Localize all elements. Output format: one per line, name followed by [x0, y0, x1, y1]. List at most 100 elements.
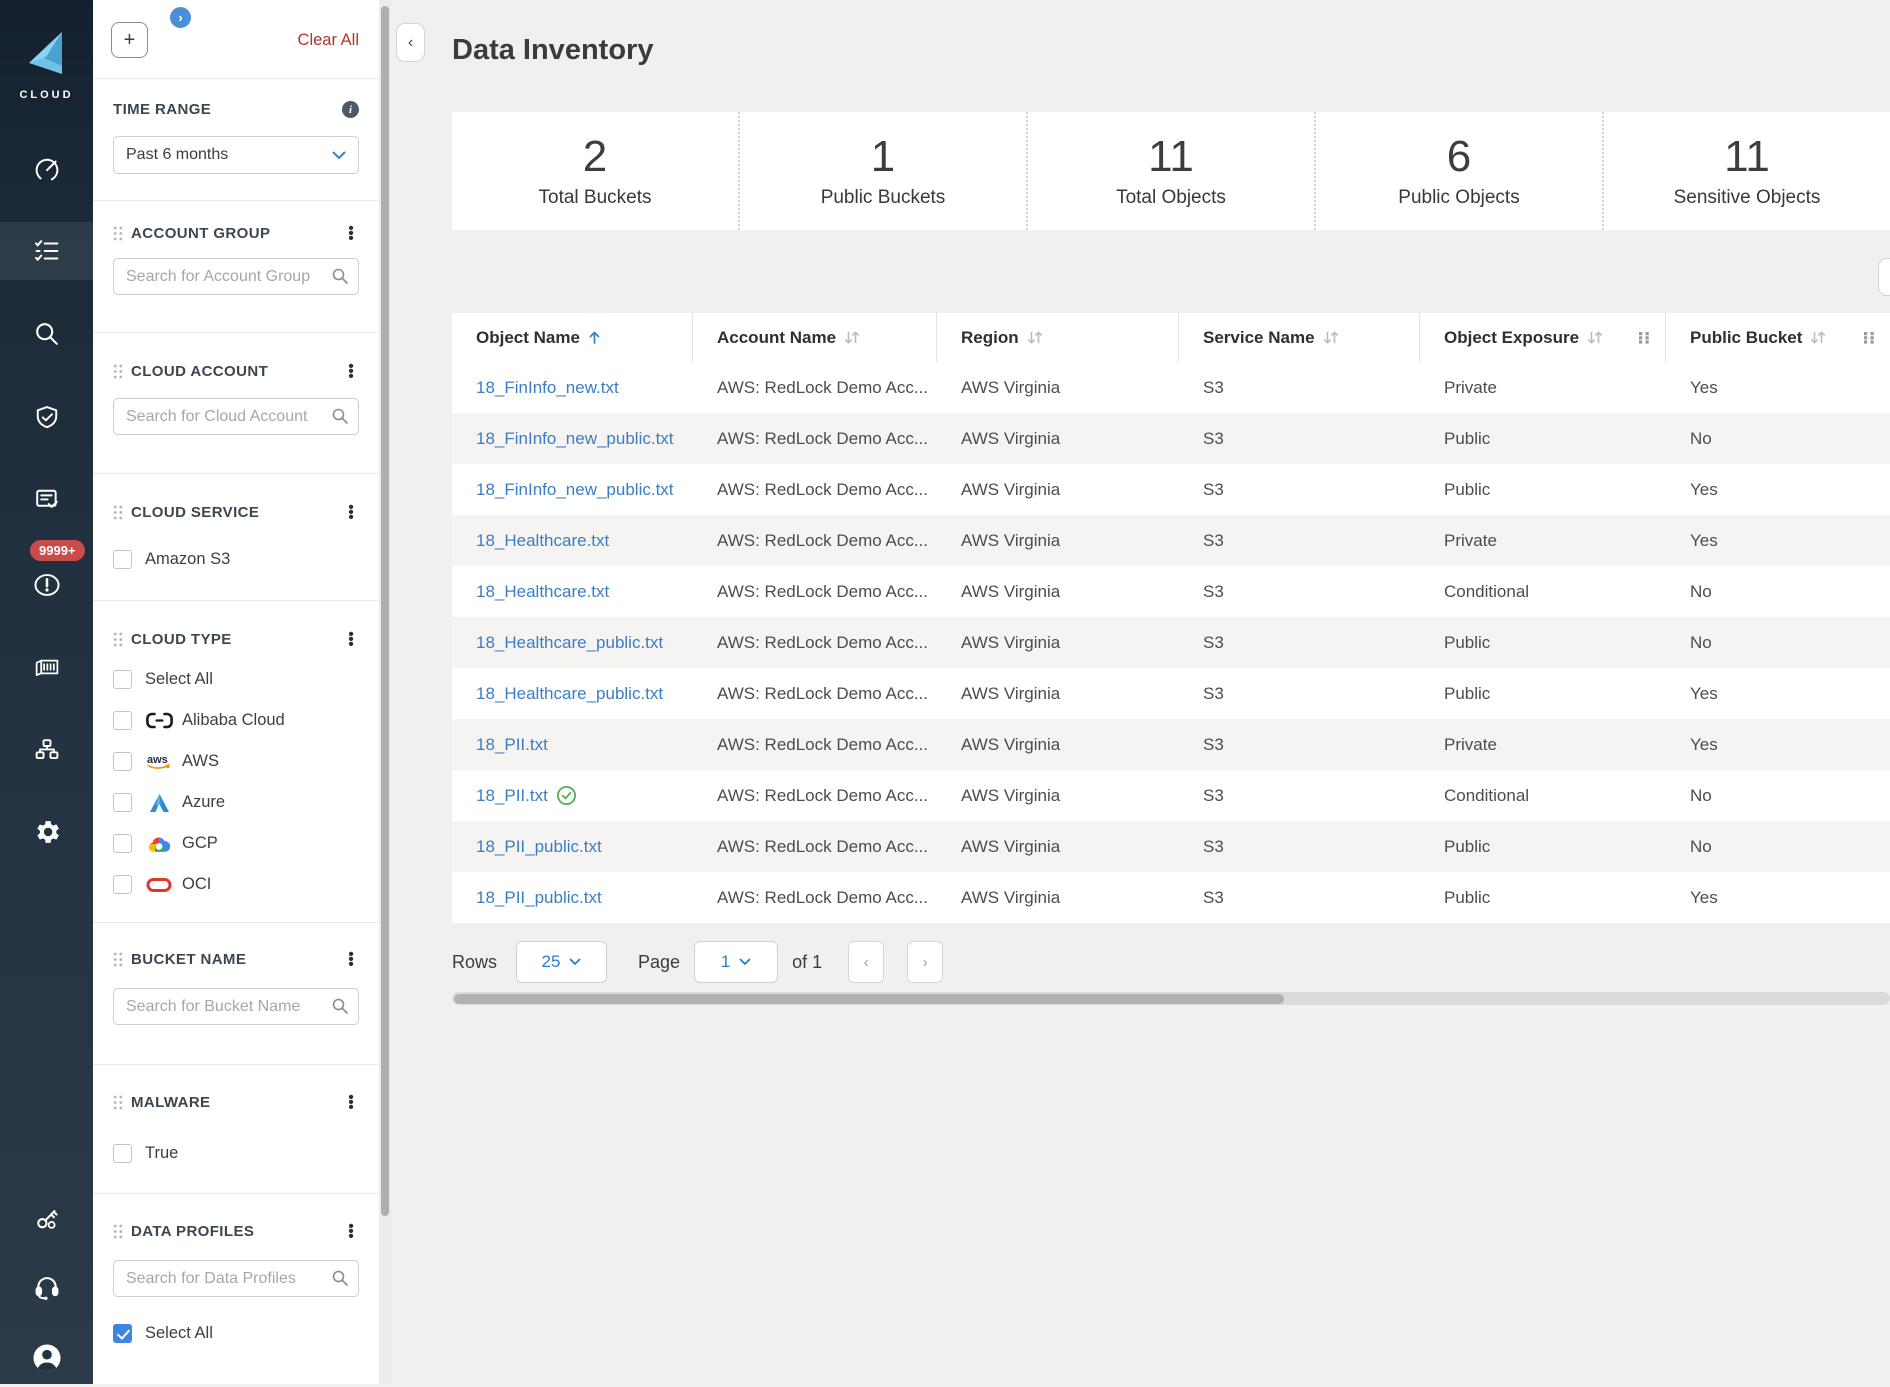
object-name-link[interactable]: 18_FinInfo_new_public.txt: [476, 429, 674, 449]
checkbox[interactable]: [113, 752, 132, 771]
nav-inventory[interactable]: [0, 222, 93, 280]
search-icon: [331, 407, 349, 425]
kebab-menu-icon[interactable]: •••: [343, 1224, 359, 1239]
checkbox-checked[interactable]: [113, 1324, 132, 1343]
info-icon[interactable]: i: [342, 101, 359, 118]
table-row[interactable]: 18_Healthcare.txt AWS: RedLock Demo Acc.…: [452, 566, 1890, 617]
kebab-menu-icon[interactable]: •••: [343, 1095, 359, 1110]
nav-dashboard[interactable]: [0, 140, 93, 198]
filter-panel-scrollbar[interactable]: [379, 0, 391, 1384]
checkbox[interactable]: [113, 550, 132, 569]
object-name-link[interactable]: 18_PII_public.txt: [476, 888, 602, 908]
data-profiles-select-all[interactable]: Select All: [113, 1313, 359, 1354]
prisma-cloud-logo[interactable]: CLOUD: [0, 30, 93, 101]
column-header-service-name[interactable]: Service Name: [1179, 313, 1420, 362]
column-drag-icon[interactable]: [1863, 331, 1876, 344]
account-name-cell: AWS: RedLock Demo Acc...: [693, 464, 937, 515]
object-name-link[interactable]: 18_Healthcare_public.txt: [476, 684, 663, 704]
table-row[interactable]: 18_FinInfo_new.txt AWS: RedLock Demo Acc…: [452, 362, 1890, 413]
checkbox[interactable]: [113, 793, 132, 812]
collapse-filters-button[interactable]: ‹: [396, 23, 425, 62]
column-header-object-exposure[interactable]: Object Exposure: [1420, 313, 1666, 362]
column-header-account-name[interactable]: Account Name: [693, 313, 937, 362]
drag-handle-icon[interactable]: [113, 505, 123, 520]
column-header-region[interactable]: Region: [937, 313, 1179, 362]
cloud-type-option-gcp[interactable]: GCP: [113, 823, 359, 864]
kebab-menu-icon[interactable]: •••: [343, 364, 359, 379]
nav-alerts[interactable]: [0, 556, 93, 614]
table-row[interactable]: 18_Healthcare_public.txt AWS: RedLock De…: [452, 668, 1890, 719]
nav-access-keys[interactable]: [0, 1189, 93, 1247]
cloud-account-search-input[interactable]: [113, 398, 359, 435]
table-row[interactable]: 18_Healthcare.txt AWS: RedLock Demo Acc.…: [452, 515, 1890, 566]
checkbox[interactable]: [113, 834, 132, 853]
nav-investigate[interactable]: [0, 305, 93, 363]
table-settings-edge-button[interactable]: [1878, 258, 1890, 296]
column-header-public-bucket[interactable]: Public Bucket: [1666, 313, 1890, 362]
nav-compliance[interactable]: [0, 389, 93, 447]
nav-compute[interactable]: [0, 638, 93, 696]
checkbox[interactable]: [113, 1144, 132, 1163]
object-name-link[interactable]: 18_Healthcare.txt: [476, 531, 609, 551]
checkbox[interactable]: [113, 711, 132, 730]
column-drag-icon[interactable]: [1638, 331, 1651, 344]
cloud-type-option-oci[interactable]: OCI: [113, 864, 359, 905]
time-range-select[interactable]: Past 6 months: [113, 136, 359, 174]
checkbox[interactable]: [113, 875, 132, 894]
kebab-menu-icon[interactable]: •••: [343, 226, 359, 241]
cloud-type-option-azure[interactable]: Azure: [113, 782, 359, 823]
filter-section-account-group: ACCOUNT GROUP •••: [93, 201, 379, 333]
next-page-button[interactable]: ›: [907, 941, 943, 983]
table-horizontal-scrollbar[interactable]: [452, 992, 1890, 1005]
nav-reports[interactable]: [0, 471, 93, 529]
checkbox[interactable]: [113, 670, 132, 689]
account-group-search-input[interactable]: [113, 258, 359, 295]
drag-handle-icon[interactable]: [113, 226, 123, 241]
panel-collapse-badge[interactable]: ›: [168, 5, 193, 30]
cloud-service-option-amazon-s3[interactable]: Amazon S3: [113, 539, 359, 580]
account-name-cell: AWS: RedLock Demo Acc...: [693, 566, 937, 617]
nav-profile[interactable]: [0, 1329, 93, 1387]
object-name-link[interactable]: 18_PII_public.txt: [476, 837, 602, 857]
scrollbar-thumb[interactable]: [454, 994, 1284, 1004]
cloud-type-option-aws[interactable]: aws AWS: [113, 741, 359, 782]
page-number-select[interactable]: 1: [694, 941, 778, 983]
clear-all-filters-link[interactable]: Clear All: [298, 31, 359, 50]
drag-handle-icon[interactable]: [113, 364, 123, 379]
kebab-menu-icon[interactable]: •••: [343, 952, 359, 967]
kebab-menu-icon[interactable]: •••: [343, 505, 359, 520]
cloud-type-select-all[interactable]: Select All: [113, 659, 359, 700]
table-row[interactable]: 18_FinInfo_new_public.txt AWS: RedLock D…: [452, 464, 1890, 515]
nav-network[interactable]: [0, 721, 93, 779]
object-name-link[interactable]: 18_Healthcare_public.txt: [476, 633, 663, 653]
filter-section-cloud-type: CLOUD TYPE ••• Select All Alibaba Cloud …: [93, 601, 379, 923]
table-row[interactable]: 18_FinInfo_new_public.txt AWS: RedLock D…: [452, 413, 1890, 464]
object-name-link[interactable]: 18_FinInfo_new_public.txt: [476, 480, 674, 500]
add-filter-button[interactable]: +: [111, 22, 148, 58]
rows-per-page-select[interactable]: 25: [516, 941, 607, 983]
object-name-link[interactable]: 18_PII.txt: [476, 735, 548, 755]
object-name-link[interactable]: 18_Healthcare.txt: [476, 582, 609, 602]
column-header-object-name[interactable]: Object Name: [452, 313, 693, 362]
table-row[interactable]: 18_PII.txt AWS: RedLock Demo Acc... AWS …: [452, 770, 1890, 821]
nav-settings[interactable]: [0, 803, 93, 861]
object-name-link[interactable]: 18_PII.txt: [476, 786, 548, 806]
kebab-menu-icon[interactable]: •••: [343, 632, 359, 647]
nav-support[interactable]: [0, 1258, 93, 1316]
table-row[interactable]: 18_PII_public.txt AWS: RedLock Demo Acc.…: [452, 872, 1890, 923]
previous-page-button[interactable]: ‹: [848, 941, 884, 983]
drag-handle-icon[interactable]: [113, 632, 123, 647]
malware-option-true[interactable]: True: [113, 1133, 359, 1174]
table-row[interactable]: 18_PII.txt AWS: RedLock Demo Acc... AWS …: [452, 719, 1890, 770]
table-row[interactable]: 18_Healthcare_public.txt AWS: RedLock De…: [452, 617, 1890, 668]
drag-handle-icon[interactable]: [113, 1224, 123, 1239]
cloud-type-option-alibaba[interactable]: Alibaba Cloud: [113, 700, 359, 741]
sort-both-icon: [1810, 330, 1826, 345]
table-row[interactable]: 18_PII_public.txt AWS: RedLock Demo Acc.…: [452, 821, 1890, 872]
drag-handle-icon[interactable]: [113, 1095, 123, 1110]
bucket-name-search-input[interactable]: [113, 988, 359, 1025]
drag-handle-icon[interactable]: [113, 952, 123, 967]
data-profiles-search-input[interactable]: [113, 1260, 359, 1297]
object-name-link[interactable]: 18_FinInfo_new.txt: [476, 378, 619, 398]
scrollbar-thumb[interactable]: [381, 6, 389, 1216]
